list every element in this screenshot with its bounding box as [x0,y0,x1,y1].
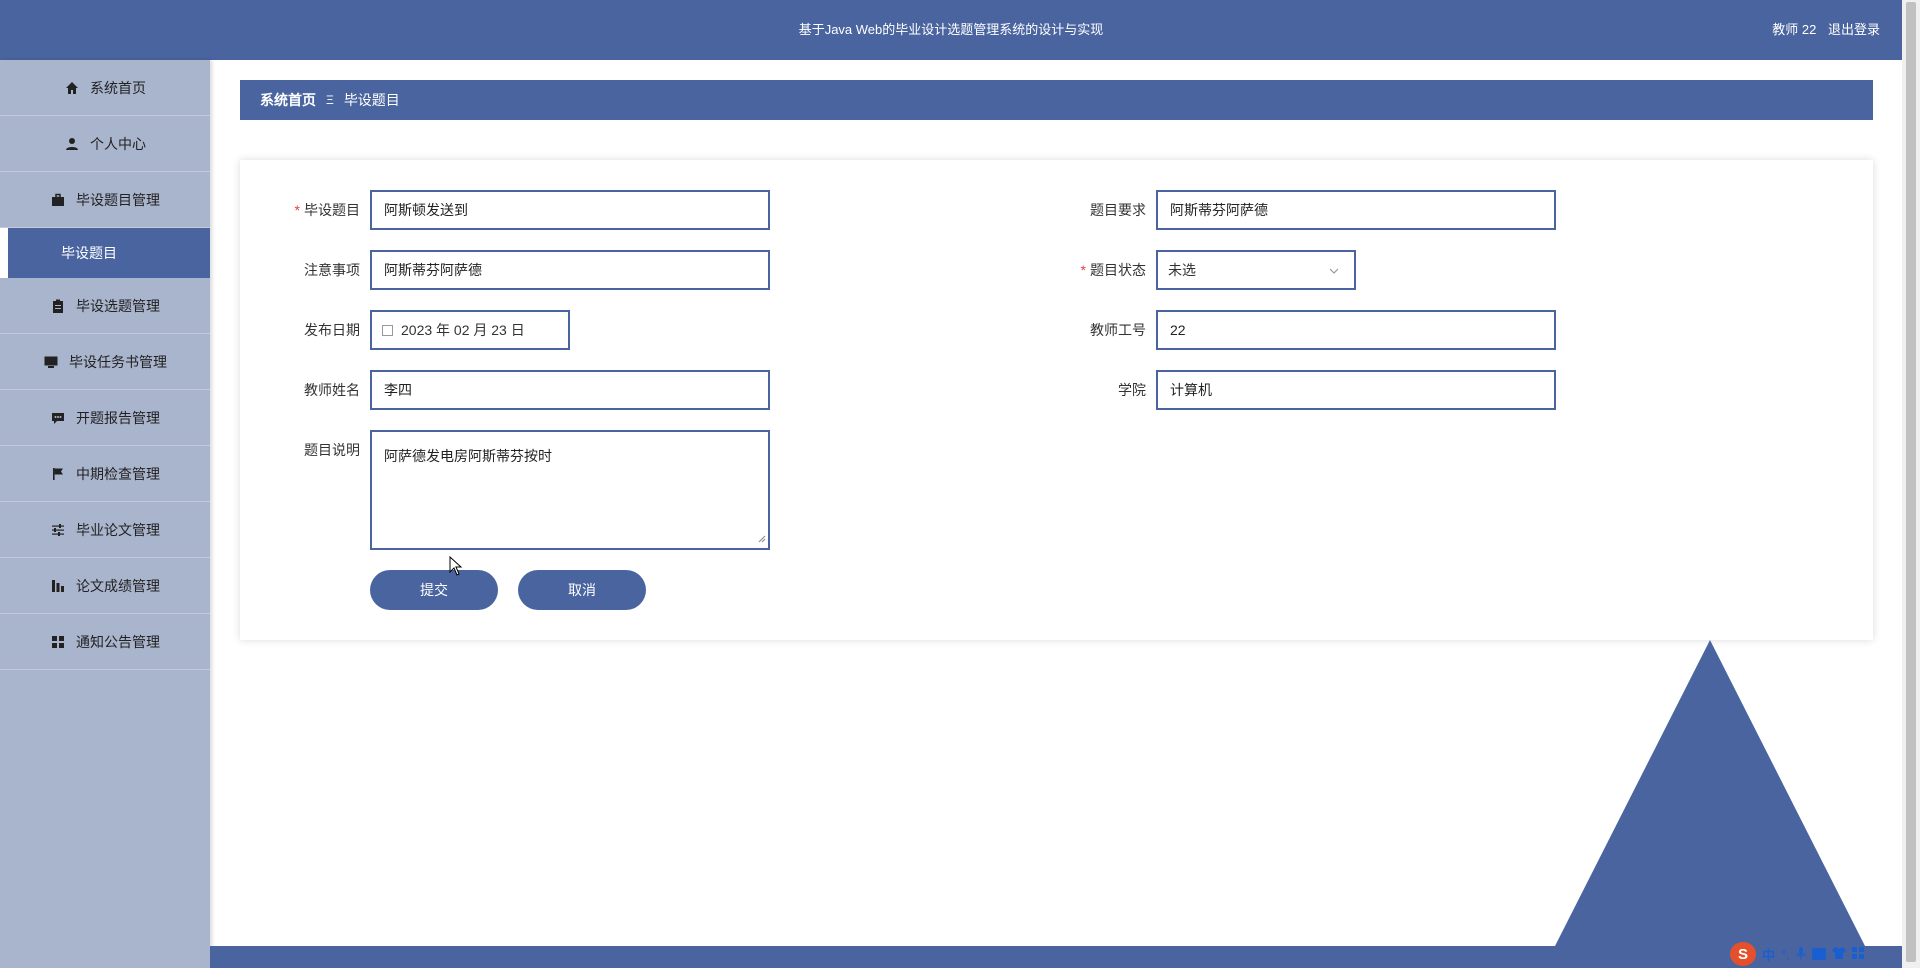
description-textarea[interactable]: 阿萨德发电房阿斯蒂芬按时 [370,430,770,550]
college-label: 学院 [1118,382,1146,398]
grid-menu-icon[interactable] [1851,946,1864,962]
resize-grip-icon[interactable] [756,530,766,546]
required-mark: * [1080,262,1086,278]
date-field: 发布日期 2023 年 02 月 23 日 [250,310,570,350]
sidebar-item-task-manage[interactable]: 毕设任务书管理 [0,334,210,390]
user-icon [64,136,80,152]
notes-input[interactable]: 阿斯蒂芬阿萨德 [370,250,770,290]
sidebar-item-notice-manage[interactable]: 通知公告管理 [0,614,210,670]
teacher-name-field: 教师姓名 李四 [250,370,770,410]
sidebar-item-thesis-manage[interactable]: 毕业论文管理 [0,502,210,558]
sidebar-item-topic-manage[interactable]: 毕设题目管理 [0,172,210,228]
topic-label: * 毕设题目 [294,202,360,218]
keyboard-icon[interactable] [1811,948,1826,960]
breadcrumb-home[interactable]: 系统首页 [260,90,316,110]
monitor-icon [43,354,59,370]
breadcrumb-current: 毕设题目 [343,92,400,108]
date-input[interactable]: 2023 年 02 月 23 日 [370,310,570,350]
mouse-cursor-icon [449,556,463,576]
breadcrumb: 系统首页 Ξ 毕设题目 [240,80,1873,120]
date-label: 发布日期 [304,322,360,338]
comment-icon [50,410,66,426]
sidebar-item-label: 毕设任务书管理 [69,353,167,370]
teacher-id-input[interactable]: 22 [1156,310,1556,350]
bottom-bar [210,946,1902,968]
microphone-icon[interactable] [1796,946,1806,963]
teacher-name-label: 教师姓名 [304,382,360,398]
description-value: 阿萨德发电房阿斯蒂芬按时 [384,448,552,464]
checkbox-icon [382,324,393,336]
sidebar-item-score-manage[interactable]: 论文成绩管理 [0,558,210,614]
sidebar-item-home[interactable]: 系统首页 [0,60,210,116]
decorative-triangle [1555,640,1865,946]
clipboard-icon [50,298,66,314]
college-input[interactable]: 计算机 [1156,370,1556,410]
sidebar-item-label: 系统首页 [90,79,146,96]
sidebar-item-label: 毕设选题管理 [76,297,160,314]
teacher-name-input[interactable]: 李四 [370,370,770,410]
chart-icon [50,578,66,594]
status-value: 未选 [1168,262,1196,278]
required-mark: * [294,202,300,218]
status-label: * 题目状态 [1080,262,1146,278]
sidebar-subitem-topic[interactable]: 毕设题目 [0,228,210,278]
sidebar-item-label: 毕设题目管理 [76,191,160,208]
sidebar-item-label: 个人中心 [90,135,146,152]
breadcrumb-separator: Ξ [326,93,334,107]
sidebar-item-label: 开题报告管理 [76,409,160,426]
requirement-field: 题目要求 阿斯蒂芬阿萨德 [1036,190,1556,230]
user-area: 教师 22 退出登录 [1764,0,1880,60]
notes-field: 注意事项 阿斯蒂芬阿萨德 [250,250,770,290]
logout-link[interactable]: 退出登录 [1828,22,1880,37]
topic-input[interactable]: 阿斯顿发送到 [370,190,770,230]
current-user: 教师 22 [1772,22,1817,37]
flag-icon [50,466,66,482]
sidebar-item-label: 通知公告管理 [76,633,160,650]
notes-label: 注意事项 [304,262,360,278]
teacher-id-field: 教师工号 22 [1036,310,1556,350]
ime-toolbar: S 中 °, [1730,942,1900,966]
sidebar: 系统首页 个人中心 毕设题目管理 毕设题目 毕设选题管理 毕设任务书管理 开题报… [0,60,210,968]
topic-field: * 毕设题目 阿斯顿发送到 [250,190,770,230]
description-label: 题目说明 [304,442,360,458]
scrollbar-thumb[interactable] [1906,2,1916,962]
briefcase-icon [50,192,66,208]
requirement-input[interactable]: 阿斯蒂芬阿萨德 [1156,190,1556,230]
cancel-button[interactable]: 取消 [518,570,646,610]
sidebar-item-selection-manage[interactable]: 毕设选题管理 [0,278,210,334]
grid-icon [50,634,66,650]
sliders-icon [50,522,66,538]
submit-button[interactable]: 提交 [370,570,498,610]
teacher-id-label: 教师工号 [1090,322,1146,338]
sidebar-item-proposal-manage[interactable]: 开题报告管理 [0,390,210,446]
shirt-icon[interactable] [1831,946,1846,962]
topic-form: * 毕设题目 阿斯顿发送到 题目要求 阿斯蒂芬阿萨德 注意事项 阿斯蒂芬阿萨德 *… [240,160,1873,640]
ime-punctuation[interactable]: °, [1781,947,1790,962]
home-icon [64,80,80,96]
sidebar-item-profile[interactable]: 个人中心 [0,116,210,172]
sidebar-item-midterm-manage[interactable]: 中期检查管理 [0,446,210,502]
status-field: * 题目状态 未选 [1036,250,1356,290]
status-select[interactable]: 未选 [1156,250,1356,290]
sogou-logo-icon[interactable]: S [1730,942,1756,966]
sidebar-item-label: 毕业论文管理 [76,521,160,538]
description-field: 题目说明 阿萨德发电房阿斯蒂芬按时 [250,430,770,550]
college-field: 学院 计算机 [1036,370,1556,410]
sidebar-item-label: 中期检查管理 [76,465,160,482]
date-value: 2023 年 02 月 23 日 [401,322,525,338]
system-title: 基于Java Web的毕业设计选题管理系统的设计与实现 [798,22,1104,37]
requirement-label: 题目要求 [1090,202,1146,218]
sidebar-item-label: 论文成绩管理 [76,577,160,594]
top-bar: 基于Java Web的毕业设计选题管理系统的设计与实现 教师 22 退出登录 [0,0,1902,60]
chevron-down-icon [1328,264,1340,280]
ime-mode[interactable]: 中 [1762,945,1775,964]
page-scrollbar[interactable] [1902,0,1920,968]
